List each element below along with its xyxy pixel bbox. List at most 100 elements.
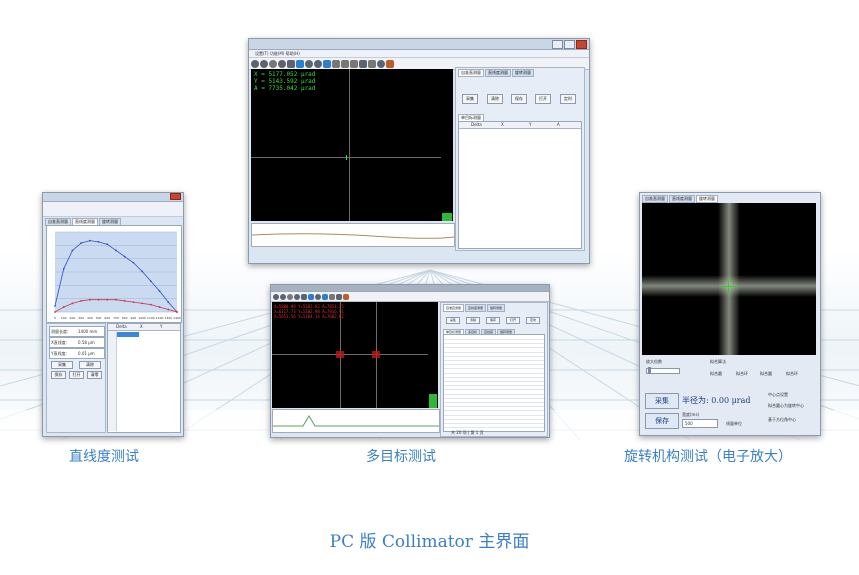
clear-button[interactable]: 清除 [466,317,480,324]
ruler-icon[interactable] [350,59,358,68]
info-icon[interactable] [315,293,321,300]
tab-straightness[interactable]: 直线度测量 [465,304,487,312]
open-button[interactable]: 打开 [506,317,520,324]
cross-icon[interactable] [341,59,349,68]
x-tick-label: 300 [78,316,84,320]
zoom-slider-thumb[interactable] [648,367,651,374]
help-icon[interactable] [314,59,322,68]
length-field[interactable]: 测量长度: 1400 mm [49,326,105,337]
tab-rotation[interactable]: 旋转测量 [696,195,718,203]
data-grid[interactable]: Delta X Y A [458,121,582,249]
power-icon[interactable] [273,293,279,300]
pager-status: 共 20 项 | 第 1 页 [451,430,484,435]
save-icon[interactable] [301,293,307,300]
data-point-y [88,298,91,301]
data-grid[interactable] [443,334,545,432]
image-icon[interactable] [296,59,304,68]
title-bar [249,39,589,50]
target-icon[interactable] [287,293,293,300]
unit-checkbox-label[interactable]: 线量单位 [726,421,742,427]
open-button[interactable]: 打开 [535,94,551,104]
x-tick-label: 400 [87,316,93,320]
save-icon[interactable] [287,59,295,68]
close-button[interactable] [576,40,587,49]
export-icon[interactable] [343,293,349,300]
data-point-y [132,301,135,304]
collect-button[interactable]: 采集 [462,94,478,104]
minimize-button[interactable] [552,40,563,49]
close-button[interactable] [170,193,181,200]
x-tick-label: 1100 [147,316,155,320]
camera-view[interactable]: X=5880.09 Y=5182.82 A=7851.25 X=6117.73 … [272,302,428,408]
trend-line [273,415,439,427]
camera-view-zoomed[interactable] [642,203,816,355]
collect-button[interactable]: 采集 [446,317,460,324]
rotation-window: 自准直测量 直线度测量 旋转测量 放大倍数 拟合算法 拟合圆 拟合环 拟合圆 拟… [639,192,821,436]
grid-icon[interactable] [359,59,367,68]
tab-straightness[interactable]: 直线度测量 [669,195,695,203]
center-option-2[interactable]: 基于方位角中心 [768,417,796,423]
export-icon[interactable] [386,59,394,68]
option-1[interactable]: 拟合圆 [710,371,722,377]
zoom-slider[interactable] [646,367,680,374]
target-icon[interactable] [269,59,277,68]
save-button[interactable]: 保存 [511,94,527,104]
settings-icon[interactable] [280,293,286,300]
center-option-1[interactable]: 拟合圆心为旋转中心 [768,403,804,409]
monitor-icon[interactable] [322,293,328,300]
collect-button[interactable]: 采集 [645,393,679,409]
save-button[interactable]: 保存 [486,317,500,324]
save-button[interactable]: 保存 [51,371,66,379]
option-2[interactable]: 拟合环 [736,371,748,377]
settings-icon[interactable] [260,59,268,68]
refresh-icon[interactable] [294,293,300,300]
refresh-icon[interactable] [278,59,286,68]
level-meter [428,302,438,408]
width-input[interactable]: 500 [682,419,718,428]
tab-autocollimation[interactable]: 自准直测量 [458,69,484,77]
option-4[interactable]: 拟合环 [786,371,798,377]
data-point-x [80,242,83,244]
menu-bar[interactable]: 设置(T) 功能(M) 帮助(H) [249,50,589,58]
globe-icon[interactable] [377,59,385,68]
maximize-button[interactable] [564,40,575,49]
trend-line [251,233,455,239]
power-icon[interactable] [251,59,259,68]
zero-button[interactable]: 清零 [87,371,102,379]
data-point-x [115,249,117,252]
tab-straightness[interactable]: 直线度测量 [485,69,511,77]
control-panel: 自准直测量 直线度测量 旋转测量 采集 清除 保存 打开 定时 单目标测量 多目… [440,302,548,437]
monitor-icon[interactable] [323,59,331,68]
title-bar [43,193,183,202]
camera-view[interactable]: X = 5177.052 μrad Y = 5143.592 μrad A = … [251,69,441,221]
info-icon[interactable] [305,59,313,68]
x-tick-label: 1200 [156,316,164,320]
crosshair-icon[interactable] [329,293,335,300]
open-button[interactable]: 打开 [69,371,84,379]
y-straightness-value: 0.01 μm [78,351,95,356]
grid-icon[interactable] [336,293,342,300]
graph-icon[interactable] [368,59,376,68]
tab-rotation[interactable]: 旋转测量 [487,304,506,312]
option-3[interactable]: 拟合圆 [760,371,772,377]
save-button[interactable]: 保存 [645,413,679,429]
timer-button[interactable]: 定时 [560,94,576,104]
target-marker-1 [336,351,344,358]
clear-button[interactable]: 清除 [79,361,101,369]
center-mark-h [720,286,738,287]
collect-button[interactable]: 采集 [51,361,73,369]
x-tick-label: 1300 [164,316,172,320]
readout-x: X = 5177.052 μrad [254,71,316,78]
data-grid[interactable]: Delta X Y [107,323,181,433]
crosshair-icon[interactable] [332,59,340,68]
tab-autocollimation[interactable]: 自准直测量 [642,195,668,203]
image-icon[interactable] [308,293,314,300]
clear-button[interactable]: 清除 [487,94,503,104]
selected-cell[interactable] [117,332,139,337]
tab-rotation[interactable]: 旋转测量 [512,69,534,77]
x-straightness-value: 0.58 μm [78,340,95,345]
data-point-y [71,302,74,305]
timer-button[interactable]: 定时 [526,317,540,324]
table-row[interactable] [444,423,544,429]
tab-autocollimation[interactable]: 自准直测量 [443,304,465,312]
